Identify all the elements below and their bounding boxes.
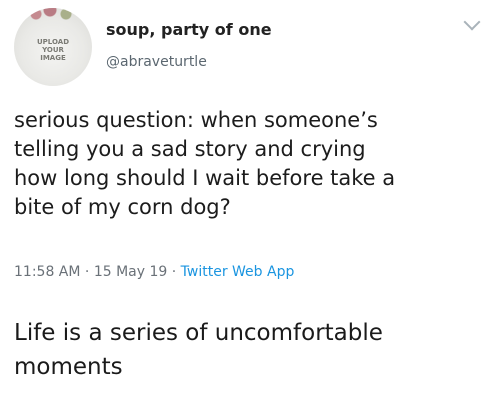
caption-text: Life is a series of uncomfortable moment… xyxy=(14,320,383,380)
tweet-text: serious question: when someone’s telling… xyxy=(14,108,396,219)
meta-separator: · xyxy=(84,264,90,280)
tweet-meta: 11:58 AM · 15 May 19 · Twitter Web App xyxy=(14,264,294,280)
tweet-card: UPLOAD YOUR IMAGE soup, party of one @ab… xyxy=(0,0,499,300)
user-handle[interactable]: @abraveturtle xyxy=(106,54,207,70)
tweet-source[interactable]: Twitter Web App xyxy=(181,264,295,280)
meta-separator: · xyxy=(171,264,177,280)
avatar[interactable]: UPLOAD YOUR IMAGE xyxy=(14,8,92,86)
tweet-date[interactable]: 15 May 19 xyxy=(94,264,167,280)
display-name[interactable]: soup, party of one xyxy=(106,20,272,39)
chevron-down-icon[interactable] xyxy=(463,13,481,31)
tweet-time[interactable]: 11:58 AM xyxy=(14,264,80,280)
avatar-placeholder-text: UPLOAD YOUR IMAGE xyxy=(36,38,70,62)
avatar-flowers xyxy=(26,8,80,24)
